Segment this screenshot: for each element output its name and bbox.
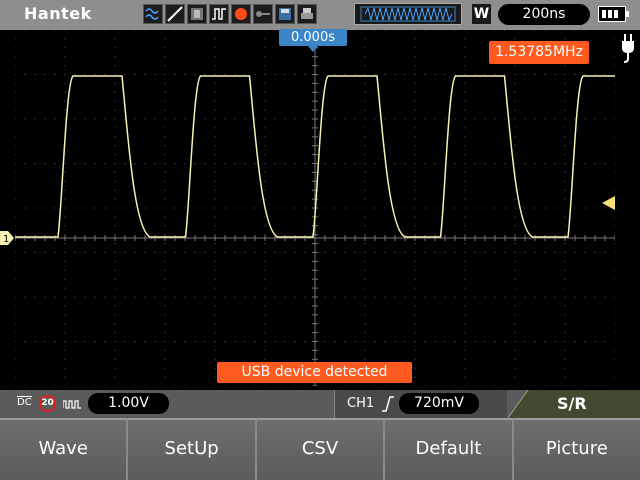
gray-display-icon[interactable] bbox=[187, 4, 207, 24]
ch1-trace bbox=[15, 75, 615, 238]
ch1-waveform-path bbox=[15, 75, 615, 238]
key-icon[interactable] bbox=[253, 4, 273, 24]
menu-title: S/R bbox=[557, 394, 587, 413]
toolbar-icons bbox=[143, 3, 317, 25]
left-margin bbox=[0, 30, 15, 390]
bandwidth-limit-icon[interactable]: 20 bbox=[39, 395, 56, 412]
softkey-wave[interactable]: Wave bbox=[0, 418, 129, 480]
usb-notification: USB device detected bbox=[217, 362, 412, 383]
softkey-picture[interactable]: Picture bbox=[513, 418, 640, 480]
record-dot-icon[interactable] bbox=[231, 4, 251, 24]
softkey-csv[interactable]: CSV bbox=[256, 418, 386, 480]
trigger-level-display[interactable]: 720mV bbox=[399, 393, 479, 414]
save-icon[interactable] bbox=[275, 4, 295, 24]
coupling-label: DC bbox=[17, 396, 32, 408]
coupling-indicator[interactable]: DC bbox=[17, 396, 32, 408]
softkey-bar: Wave SetUp CSV Default Picture bbox=[0, 418, 640, 480]
softkey-default[interactable]: Default bbox=[385, 418, 514, 480]
acquire-mode-badge[interactable]: W bbox=[472, 4, 491, 24]
probe-icon bbox=[63, 400, 81, 409]
softkey-setup[interactable]: SetUp bbox=[128, 418, 257, 480]
oscilloscope-screen: Hantek W 200ns 0.000s 1.53785MHz USB dev… bbox=[0, 0, 640, 480]
waveform-display bbox=[15, 30, 615, 386]
timebase-display[interactable]: 200ns bbox=[498, 4, 590, 25]
trigger-position-marker[interactable]: 0.000s bbox=[279, 29, 347, 52]
print-icon[interactable] bbox=[297, 4, 317, 24]
ch1-ground-marker[interactable]: 1 bbox=[0, 231, 14, 245]
right-margin bbox=[615, 30, 640, 390]
pulse-icon[interactable] bbox=[209, 4, 229, 24]
trigger-source[interactable]: CH1 bbox=[347, 396, 374, 411]
frequency-readout: 1.53785MHz bbox=[489, 41, 589, 64]
battery-icon bbox=[598, 6, 629, 22]
waveform-mode-icon[interactable] bbox=[143, 4, 163, 24]
trigger-level-marker[interactable] bbox=[602, 196, 615, 210]
svg-text:1: 1 bbox=[3, 234, 9, 245]
persistence-icon[interactable] bbox=[165, 4, 185, 24]
brand-logo: Hantek bbox=[24, 4, 92, 23]
top-status-bar: Hantek W 200ns bbox=[0, 0, 640, 30]
power-plug-icon bbox=[622, 34, 634, 63]
rising-edge-icon bbox=[382, 396, 394, 412]
memory-depth-bar[interactable] bbox=[354, 3, 462, 25]
volt-div-display[interactable]: 1.00V bbox=[88, 393, 169, 414]
